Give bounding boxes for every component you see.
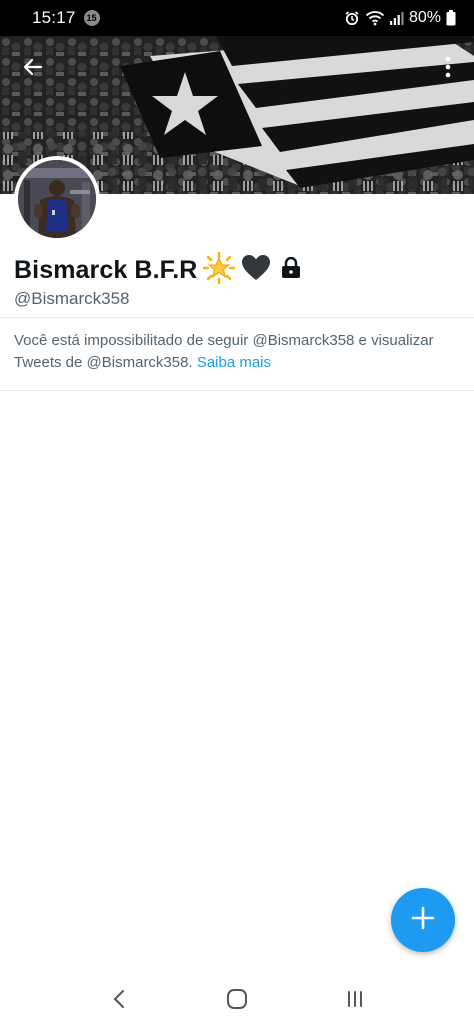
arrow-left-icon: [21, 55, 45, 84]
notification-count-badge: 15: [83, 10, 100, 26]
battery-icon: [446, 10, 456, 26]
divider: [0, 317, 474, 318]
more-options-button[interactable]: [436, 52, 460, 86]
compose-tweet-button[interactable]: [391, 888, 455, 952]
back-chevron-icon: [112, 989, 126, 1014]
system-home-button[interactable]: [212, 979, 262, 1023]
more-vertical-icon: [445, 56, 451, 83]
wifi-icon: [365, 10, 385, 26]
avatar-photo: [18, 160, 96, 238]
system-back-button[interactable]: [94, 979, 144, 1023]
display-name: Bismarck B.F.R: [14, 256, 198, 284]
home-circle-icon: [226, 988, 248, 1015]
system-recents-button[interactable]: [330, 979, 380, 1023]
battery-percent: 80%: [408, 9, 441, 26]
glowing-star-emoji: [203, 251, 236, 289]
display-name-row: Bismarck B.F.R: [14, 251, 301, 289]
black-heart-emoji: [241, 254, 271, 287]
protected-account-notice: Você está impossibilitado de seguir @Bis…: [14, 330, 454, 374]
status-icons: 80%: [344, 9, 456, 27]
recents-icon: [345, 990, 365, 1013]
alarm-icon: [344, 10, 360, 26]
learn-more-link[interactable]: Saiba mais: [197, 354, 271, 371]
profile-handle: @Bismarck358: [14, 289, 130, 308]
lock-icon: [281, 256, 301, 284]
plus-icon: [410, 905, 436, 936]
status-bar: 15:17 15 80%: [0, 0, 474, 36]
avatar[interactable]: [14, 156, 100, 242]
signal-icon: [389, 11, 404, 25]
back-button[interactable]: [14, 50, 52, 88]
status-time: 15:17: [32, 8, 76, 27]
system-navigation-bar: [0, 976, 474, 1026]
divider: [0, 390, 474, 391]
